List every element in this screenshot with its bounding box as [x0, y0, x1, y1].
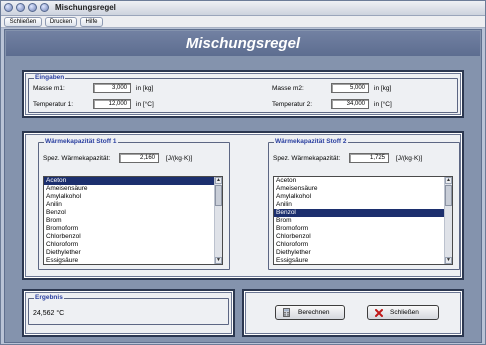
stoff2-cp-input[interactable]: 1,725: [349, 153, 389, 163]
stoff2-cp-label: Spez. Wärmekapazität:: [273, 155, 341, 162]
masse-m2-input[interactable]: 5,000: [331, 83, 369, 93]
masse-m1-label: Masse m1:: [33, 85, 65, 92]
list-item[interactable]: Amylalkohol: [44, 193, 222, 201]
window-title: Mischungsregel: [55, 3, 116, 12]
header-banner: Mischungsregel: [6, 31, 480, 56]
scroll-down-icon[interactable]: ▼: [215, 257, 222, 264]
list-item[interactable]: Essigsäure: [274, 257, 452, 264]
list-item[interactable]: Aceton: [44, 177, 222, 185]
list-item[interactable]: Bromoform: [44, 225, 222, 233]
window-menu-icon[interactable]: [4, 3, 13, 12]
scroll-down-icon[interactable]: ▼: [445, 257, 452, 264]
menu-drucken[interactable]: Drucken: [45, 17, 77, 27]
scroll-thumb[interactable]: [215, 185, 222, 206]
title-bar: Mischungsregel: [1, 1, 485, 16]
list-item[interactable]: Brom: [274, 217, 452, 225]
ergebnis-group: Ergebnis 24,562 °C: [28, 294, 229, 325]
masse-m1-input[interactable]: 3,000: [93, 83, 131, 93]
temperatur-1-unit: in [°C]: [136, 101, 154, 108]
result-value: 24,562 °C: [33, 310, 65, 317]
list-item[interactable]: Chloroform: [274, 241, 452, 249]
berechnen-button[interactable]: Berechnen: [275, 305, 345, 320]
list-item[interactable]: Diethylether: [274, 249, 452, 257]
close-x-icon: [375, 309, 383, 317]
menu-hilfe[interactable]: Hilfe: [80, 17, 103, 27]
masse-m2-unit: in [kg]: [374, 85, 392, 92]
eingaben-legend: Eingaben: [34, 74, 66, 81]
stoff1-scrollbar[interactable]: ▲ ▼: [214, 177, 222, 264]
scroll-up-icon[interactable]: ▲: [215, 177, 222, 184]
list-item[interactable]: Essigsäure: [44, 257, 222, 264]
schliessen-label: Schließen: [390, 309, 419, 316]
stoff2-cp-unit: [J/(kg·K)]: [396, 155, 423, 162]
stoff1-group: Wärmekapazität Stoff 1 Spez. Wärmekapazi…: [38, 138, 230, 270]
scroll-thumb[interactable]: [445, 185, 452, 206]
temperatur-2-input[interactable]: 34,000: [331, 99, 369, 109]
eingaben-group: Eingaben Masse m1: 3,000 in [kg] Tempera…: [28, 74, 458, 113]
minimize-icon[interactable]: [16, 3, 25, 12]
list-item[interactable]: Diethylether: [44, 249, 222, 257]
list-item[interactable]: Chlorbenzol: [44, 233, 222, 241]
masse-m2-label: Masse m2:: [272, 85, 304, 92]
action-panel: Berechnen Schließen: [242, 289, 464, 337]
page-title: Mischungsregel: [185, 35, 301, 52]
menu-schliessen[interactable]: Schließen: [4, 17, 42, 27]
menu-bar: Schließen Drucken Hilfe: [1, 16, 485, 28]
maximize-icon[interactable]: [28, 3, 37, 12]
result-panel: Ergebnis 24,562 °C: [22, 289, 235, 337]
stoff2-legend: Wärmekapazität Stoff 2: [274, 138, 348, 145]
input-panel: Eingaben Masse m1: 3,000 in [kg] Tempera…: [22, 70, 464, 118]
list-item[interactable]: Aceton: [274, 177, 452, 185]
list-item[interactable]: Brom: [44, 217, 222, 225]
list-item[interactable]: Anilin: [274, 201, 452, 209]
stoff2-listbox[interactable]: Aceton Ameisensäure Amylalkohol Anilin Benzo…: [273, 176, 453, 265]
masse-m1-unit: in [kg]: [136, 85, 154, 92]
schliessen-button[interactable]: Schließen: [367, 305, 439, 320]
temperatur-1-input[interactable]: 12,000: [93, 99, 131, 109]
berechnen-label: Berechnen: [298, 309, 330, 316]
stoff2-scrollbar[interactable]: ▲ ▼: [444, 177, 452, 264]
temperatur-2-unit: in [°C]: [374, 101, 392, 108]
temperatur-2-label: Temperatur 2:: [272, 101, 313, 108]
client-area: Mischungsregel Eingaben Masse m1: 3,000 …: [4, 29, 482, 343]
scroll-up-icon[interactable]: ▲: [445, 177, 452, 184]
stoff1-cp-input[interactable]: 2,160: [119, 153, 159, 163]
list-item[interactable]: Chloroform: [44, 241, 222, 249]
list-item[interactable]: Ameisensäure: [274, 185, 452, 193]
list-item[interactable]: Ameisensäure: [44, 185, 222, 193]
temperatur-1-label: Temperatur 1:: [33, 101, 74, 108]
close-icon[interactable]: [40, 3, 49, 12]
calculator-icon: [283, 308, 290, 317]
list-item[interactable]: Anilin: [44, 201, 222, 209]
list-item[interactable]: Benzol: [44, 209, 222, 217]
list-item[interactable]: Bromoform: [274, 225, 452, 233]
stoff1-legend: Wärmekapazität Stoff 1: [44, 138, 118, 145]
application-window: Mischungsregel Schließen Drucken Hilfe M…: [0, 0, 486, 345]
stoff2-group: Wärmekapazität Stoff 2 Spez. Wärmekapazi…: [268, 138, 460, 270]
list-item[interactable]: Chlorbenzol: [274, 233, 452, 241]
heat-capacity-panel: Wärmekapazität Stoff 1 Spez. Wärmekapazi…: [22, 131, 464, 280]
list-item[interactable]: Benzol: [274, 209, 452, 217]
stoff1-listbox[interactable]: Aceton Ameisensäure Amylalkohol Anilin Benzo…: [43, 176, 223, 265]
list-item[interactable]: Amylalkohol: [274, 193, 452, 201]
stoff1-cp-unit: [J/(kg·K)]: [166, 155, 193, 162]
stoff1-cp-label: Spez. Wärmekapazität:: [43, 155, 111, 162]
ergebnis-legend: Ergebnis: [34, 294, 64, 301]
